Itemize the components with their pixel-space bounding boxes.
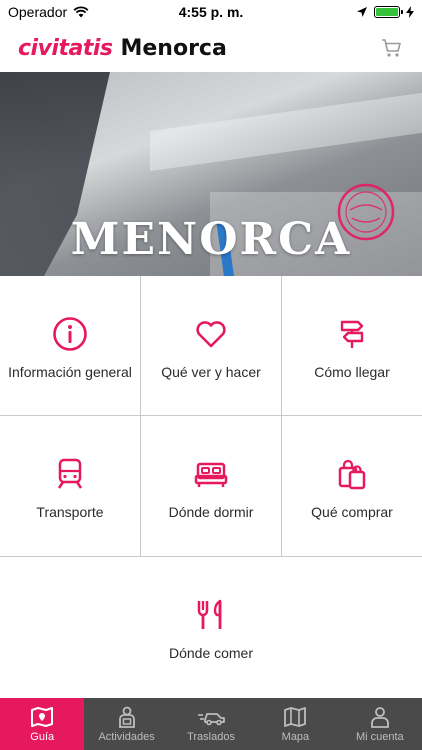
status-time: 4:55 p. m.: [178, 4, 244, 20]
menu-item-where-to-sleep[interactable]: Dónde dormir: [141, 416, 282, 557]
menu-item-transport[interactable]: Transporte: [0, 416, 141, 557]
tab-label: Guía: [30, 730, 55, 743]
menu-item-what-to-buy[interactable]: Qué comprar: [282, 416, 422, 557]
menu-item-label: Dónde comer: [168, 645, 254, 661]
official-stamp-icon: [337, 183, 395, 241]
menu-item-general-info[interactable]: Información general: [0, 276, 141, 416]
tab-my-account[interactable]: Mi cuenta: [338, 698, 422, 750]
menu-item-label: Qué comprar: [311, 504, 393, 520]
train-icon: [57, 458, 83, 489]
tab-transfers[interactable]: Traslados: [169, 698, 253, 750]
signpost-icon: [340, 320, 364, 348]
menu-item-what-to-see[interactable]: Qué ver y hacer: [141, 276, 282, 416]
app-header: civitatis Menorca: [0, 24, 422, 72]
cart-icon[interactable]: [380, 36, 404, 60]
battery-icon: [374, 6, 403, 18]
tab-bar: Guía Actividades Traslados Mapa Mi cuent…: [0, 698, 422, 750]
menu-item-label: Transporte: [36, 504, 104, 520]
tab-map[interactable]: Mapa: [253, 698, 337, 750]
user-icon: [370, 706, 389, 728]
menu-item-label: Qué ver y hacer: [161, 364, 261, 380]
map-book-icon: [31, 706, 54, 727]
map-icon: [284, 706, 307, 727]
car-icon: [198, 712, 225, 725]
person-icon: [118, 706, 135, 728]
heart-icon: [196, 321, 226, 348]
menu-item-how-to-get[interactable]: Cómo llegar: [282, 276, 422, 416]
info-icon: [53, 317, 87, 351]
brand-logo: civitatis: [18, 35, 113, 61]
hero-photo-step: [150, 92, 422, 172]
tab-label: Actividades: [98, 730, 155, 743]
tab-label: Mi cuenta: [355, 730, 404, 743]
tab-activities[interactable]: Actividades: [84, 698, 168, 750]
menu-item-label: Dónde dormir: [168, 504, 254, 520]
shopping-bags-icon: [338, 459, 366, 490]
guide-menu-grid: Información general Qué ver y hacer Cómo…: [0, 276, 422, 698]
tab-label: Mapa: [281, 730, 310, 743]
page-title: Menorca: [120, 35, 227, 61]
fork-knife-icon: [197, 599, 222, 629]
hero-banner: MENORCA: [0, 72, 422, 276]
status-bar: Operador 4:55 p. m.: [0, 0, 422, 24]
bed-icon: [194, 462, 228, 487]
tab-guide[interactable]: Guía: [0, 698, 85, 750]
menu-item-label: Cómo llegar: [314, 364, 390, 380]
menu-item-label: Información general: [8, 364, 132, 380]
menu-item-where-to-eat[interactable]: Dónde comer: [0, 557, 422, 698]
tab-label: Traslados: [187, 730, 235, 743]
